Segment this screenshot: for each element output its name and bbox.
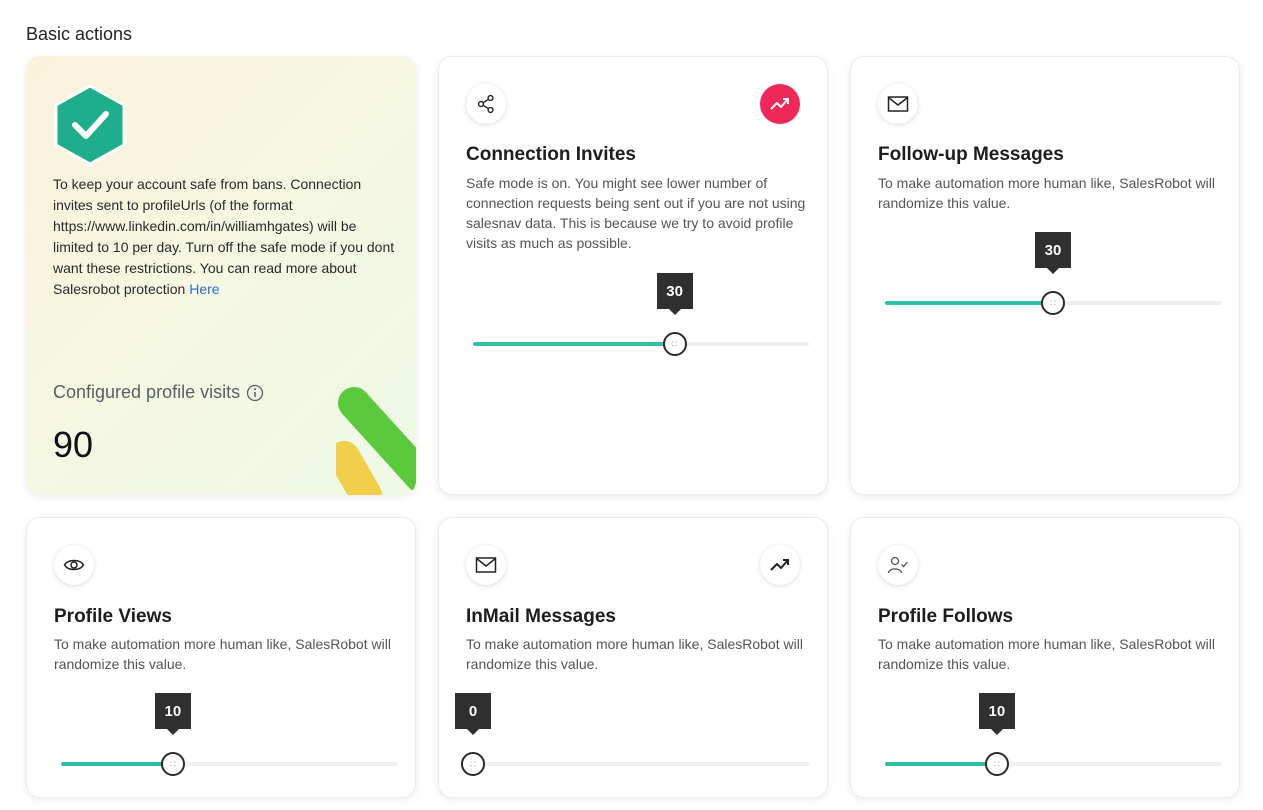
eye-icon <box>54 545 94 585</box>
card-description: To make automation more human like, Sale… <box>878 175 1215 211</box>
slider-thumb[interactable]: ∷ <box>984 752 1009 776</box>
profile-follows-card: Profile Follows To make automation more … <box>850 517 1240 798</box>
card-description: To make automation more human like, Sale… <box>878 636 1215 672</box>
slider-fill <box>61 762 173 766</box>
profile-views-card: Profile Views To make automation more hu… <box>26 517 416 798</box>
decorative-shapes <box>336 387 416 495</box>
card-title: Connection Invites <box>466 144 636 165</box>
mail-icon <box>466 545 506 585</box>
safe-mode-text: To keep your account safe from bans. Con… <box>53 174 398 300</box>
visits-value: 90 <box>53 424 94 465</box>
slider-fill <box>473 342 675 346</box>
profile-views-slider[interactable]: ∷ 10 <box>61 693 397 776</box>
slider-thumb[interactable]: ∷ <box>662 332 687 356</box>
card-description: Safe mode is on. You might see lower num… <box>466 175 806 251</box>
slider-tooltip: 30 <box>1035 232 1071 274</box>
safe-mode-card: To keep your account safe from bans. Con… <box>26 56 416 495</box>
inmail-messages-card: InMail Messages To make automation more … <box>438 517 828 798</box>
slider-thumb[interactable]: ∷ <box>461 752 485 776</box>
trending-up-toggle[interactable] <box>760 84 800 124</box>
share-icon <box>466 84 506 124</box>
trending-up-icon <box>770 98 789 110</box>
slider-tooltip: 10 <box>154 693 191 735</box>
visits-label: Configured profile visits <box>53 382 241 402</box>
card-description: To make automation more human like, Sale… <box>466 636 803 672</box>
slider-tooltip: 30 <box>656 273 693 315</box>
slider-thumb[interactable]: ∷ <box>1041 291 1065 315</box>
visits-label-row: Configured profile visits <box>53 382 264 403</box>
trending-up-toggle[interactable] <box>760 545 800 585</box>
card-title: Profile Follows <box>878 606 1014 627</box>
followup-messages-card: Follow-up Messages To make automation mo… <box>850 56 1240 495</box>
card-description: To make automation more human like, Sale… <box>54 636 391 672</box>
user-check-icon <box>878 545 918 585</box>
card-title: InMail Messages <box>466 606 616 627</box>
connection-invites-card: Connection Invites Safe mode is on. You … <box>438 56 828 495</box>
slider-tooltip: 0 <box>455 693 491 735</box>
profile-follows-slider[interactable]: ∷ 10 <box>885 693 1221 776</box>
card-title: Profile Views <box>54 606 172 627</box>
section-title: Basic actions <box>26 24 133 44</box>
slider-fill <box>885 301 1053 305</box>
trending-up-icon <box>770 559 789 571</box>
followup-messages-slider[interactable]: ∷ 30 <box>885 232 1221 315</box>
slider-thumb[interactable]: ∷ <box>160 752 185 776</box>
safe-mode-description: To keep your account safe from bans. Con… <box>53 176 395 297</box>
connection-invites-slider[interactable]: ∷ 30 <box>473 273 809 356</box>
shield-check-icon <box>54 84 126 166</box>
card-title: Follow-up Messages <box>878 144 1064 165</box>
slider-tooltip: 10 <box>978 693 1015 735</box>
mail-icon <box>878 84 918 124</box>
slider-fill <box>885 762 997 766</box>
protection-link[interactable]: Here <box>189 281 219 297</box>
inmail-messages-slider[interactable]: ∷ 0 <box>455 693 809 776</box>
info-icon[interactable] <box>246 384 264 402</box>
